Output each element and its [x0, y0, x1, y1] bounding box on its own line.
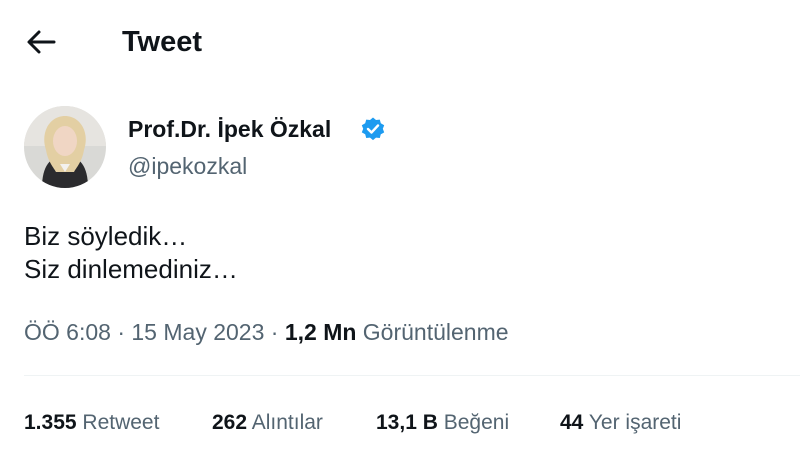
- stat-count: 262: [212, 411, 248, 434]
- stat-count: 1.355: [24, 411, 77, 434]
- tweet-stats: 1.355 Retweet 262 Alıntılar 13,1 B Beğen…: [24, 407, 784, 439]
- stat-likes[interactable]: 13,1 B Beğeni: [376, 407, 509, 439]
- tweet-author: Prof.Dr. İpek Özkal @ipekozkal: [24, 106, 784, 190]
- tweet-meta: ÖÖ 6:08 · 15 May 2023 · 1,2 Mn Görüntüle…: [24, 316, 784, 348]
- stat-bookmarks[interactable]: 44 Yer işareti: [560, 407, 681, 439]
- arrow-left-icon: [27, 30, 56, 54]
- avatar[interactable]: [24, 106, 106, 188]
- tweet-time[interactable]: ÖÖ 6:08: [24, 319, 111, 345]
- back-button[interactable]: [22, 24, 60, 60]
- views-count: 1,2 Mn: [284, 319, 357, 345]
- page-title: Tweet: [122, 26, 203, 58]
- tweet-text: Biz söyledik… Siz dinlemediniz…: [24, 220, 764, 286]
- stat-count: 13,1 B: [376, 411, 438, 434]
- stat-label: Yer işareti: [588, 411, 682, 434]
- avatar-image: [24, 106, 106, 188]
- divider: [24, 375, 800, 376]
- author-name[interactable]: Prof.Dr. İpek Özkal: [128, 114, 331, 144]
- views-label: Görüntülenme: [362, 319, 509, 345]
- verified-badge-icon: [360, 116, 386, 142]
- stat-label: Retweet: [82, 411, 160, 434]
- stat-label: Beğeni: [443, 411, 510, 434]
- stat-retweets[interactable]: 1.355 Retweet: [24, 407, 159, 439]
- author-handle[interactable]: @ipekozkal: [128, 151, 247, 181]
- meta-separator: ·: [270, 319, 279, 345]
- header: Tweet: [0, 0, 800, 88]
- tweet-line: Biz söyledik…: [24, 221, 188, 251]
- stat-quotes[interactable]: 262 Alıntılar: [212, 407, 323, 439]
- stat-count: 44: [560, 411, 584, 434]
- tweet-page: Tweet Prof.Dr. İpek Özkal @ipekozkal Biz…: [0, 0, 800, 450]
- tweet-line: Siz dinlemediniz…: [24, 254, 238, 284]
- stat-label: Alıntılar: [251, 411, 323, 434]
- tweet-date[interactable]: 15 May 2023: [131, 319, 264, 345]
- meta-separator: ·: [117, 319, 125, 345]
